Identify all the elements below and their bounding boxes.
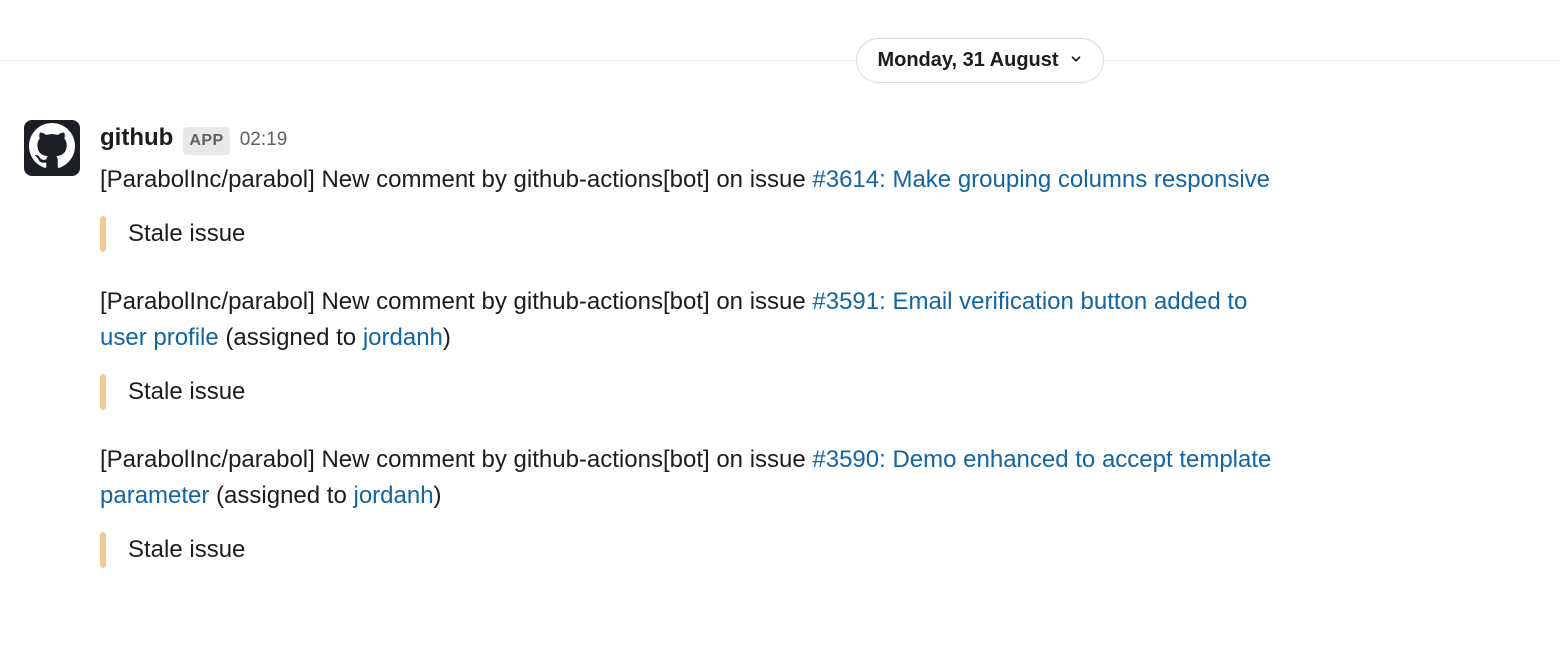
assignee-link[interactable]: jordanh bbox=[353, 482, 433, 509]
attachment-bar bbox=[100, 374, 106, 410]
message-header: github APP 02:19 bbox=[100, 120, 1316, 156]
assigned-prefix: (assigned to bbox=[209, 482, 353, 509]
date-label: Monday, 31 August bbox=[877, 49, 1058, 72]
notification-prefix: [ParabolInc/parabol] New comment by gith… bbox=[100, 166, 812, 193]
attachment: Stale issue bbox=[100, 374, 1316, 410]
notification-item: [ParabolInc/parabol] New comment by gith… bbox=[100, 284, 1300, 356]
attachment: Stale issue bbox=[100, 216, 1316, 252]
notification-item: [ParabolInc/parabol] New comment by gith… bbox=[100, 442, 1300, 514]
chevron-down-icon bbox=[1069, 49, 1083, 72]
sender-name[interactable]: github bbox=[100, 120, 173, 156]
notification-prefix: [ParabolInc/parabol] New comment by gith… bbox=[100, 446, 812, 473]
github-icon bbox=[29, 123, 75, 174]
date-divider: Monday, 31 August bbox=[0, 30, 1560, 90]
assignee-link[interactable]: jordanh bbox=[363, 324, 443, 351]
date-pill-button[interactable]: Monday, 31 August bbox=[856, 38, 1103, 83]
divider-line bbox=[0, 60, 1560, 61]
message-body: github APP 02:19 [ParabolInc/parabol] Ne… bbox=[100, 120, 1316, 600]
assigned-suffix: ) bbox=[443, 324, 451, 351]
attachment-bar bbox=[100, 532, 106, 568]
assigned-suffix: ) bbox=[434, 482, 442, 509]
issue-link[interactable]: #3614: Make grouping columns responsive bbox=[812, 166, 1270, 193]
assigned-prefix: (assigned to bbox=[219, 324, 363, 351]
app-badge: APP bbox=[183, 127, 229, 155]
message: github APP 02:19 [ParabolInc/parabol] Ne… bbox=[0, 90, 1340, 600]
attachment-text: Stale issue bbox=[128, 532, 245, 568]
attachment-bar bbox=[100, 216, 106, 252]
attachment-text: Stale issue bbox=[128, 216, 245, 252]
message-timestamp: 02:19 bbox=[240, 126, 288, 155]
notification-item: [ParabolInc/parabol] New comment by gith… bbox=[100, 162, 1300, 198]
github-avatar[interactable] bbox=[24, 120, 80, 176]
attachment: Stale issue bbox=[100, 532, 1316, 568]
attachment-text: Stale issue bbox=[128, 374, 245, 410]
notification-prefix: [ParabolInc/parabol] New comment by gith… bbox=[100, 288, 812, 315]
